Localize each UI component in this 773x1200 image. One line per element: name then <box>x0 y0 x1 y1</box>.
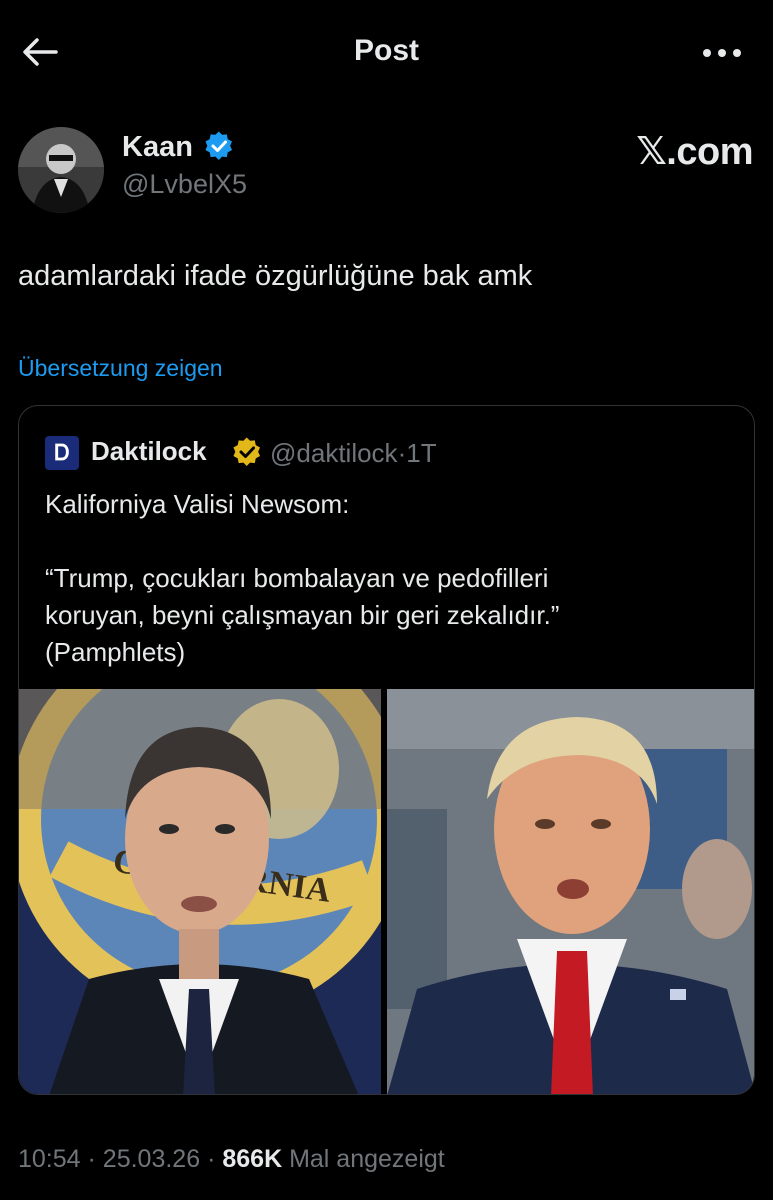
x-brand-watermark: 𝕏.com <box>636 131 753 173</box>
top-bar: Post <box>0 0 773 104</box>
photo-trump[interactable] <box>387 689 754 1094</box>
more-options-button[interactable] <box>697 36 747 70</box>
post-time: 10:54 <box>18 1145 81 1173</box>
quoted-handle[interactable]: @daktilock <box>270 438 398 468</box>
quoted-blank-line <box>45 523 735 560</box>
post-text: adamlardaki ifade özgürlüğüne bak amk <box>18 260 533 292</box>
page-title: Post <box>353 34 419 67</box>
author-handle[interactable]: @LvbelX5 <box>122 169 247 200</box>
quoted-avatar[interactable]: Ꭰ <box>45 436 79 470</box>
post-date: 25.03.26 <box>102 1145 201 1173</box>
meta-separator: · <box>207 1145 216 1173</box>
photo-newsom[interactable]: CALIFORNIA <box>19 689 381 1094</box>
verified-badge-icon <box>205 131 233 160</box>
view-count[interactable]: 866K <box>222 1145 282 1173</box>
author-name[interactable]: Kaan <box>122 131 193 164</box>
more-horizontal-icon <box>703 49 741 57</box>
quoted-line: “Trump, çocukları bombalayan ve pedofill… <box>45 563 549 593</box>
quoted-media[interactable]: CALIFORNIA <box>19 689 754 1094</box>
quoted-author-name[interactable]: Daktilock <box>91 436 207 467</box>
verified-gold-badge-icon <box>233 437 261 466</box>
show-translation-link[interactable]: Übersetzung zeigen <box>18 355 223 382</box>
quoted-line: Kaliforniya Valisi Newsom: <box>45 489 350 519</box>
quoted-text: Kaliforniya Valisi Newsom: “Trump, çocuk… <box>45 486 735 671</box>
us-flag-pin-icon <box>670 989 686 1000</box>
meta-separator: · <box>397 438 407 468</box>
quoted-post-card[interactable]: Ꭰ Daktilock @daktilock·1T Kaliforniya Va… <box>18 405 755 1095</box>
quoted-post-header: Ꭰ Daktilock @daktilock·1T <box>45 436 725 470</box>
view-count-label: Mal angezeigt <box>289 1145 445 1173</box>
post-author: Kaan @LvbelX5 𝕏.com <box>18 125 755 215</box>
quoted-age: 1T <box>406 438 437 468</box>
quoted-line: (Pamphlets) <box>45 637 186 667</box>
quoted-line: koruyan, beyni çalışmayan bir geri zekal… <box>45 600 560 630</box>
quoted-meta: @daktilock·1T <box>270 438 437 469</box>
meta-separator: · <box>87 1145 96 1173</box>
avatar[interactable] <box>18 127 104 213</box>
post-metadata: 10:54 · 25.03.26 · 866K Mal angezeigt <box>18 1145 445 1174</box>
